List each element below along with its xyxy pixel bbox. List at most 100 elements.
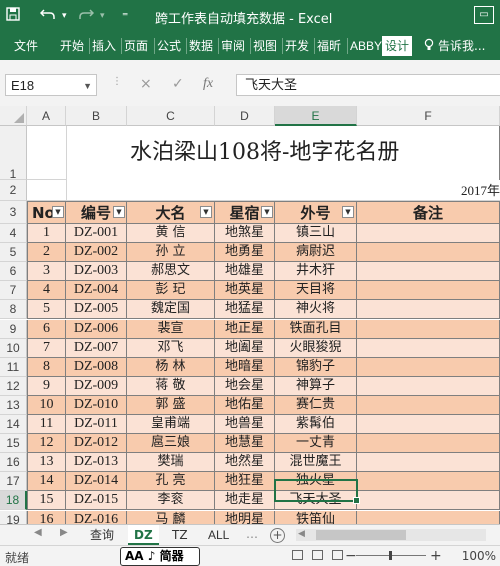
table-cell-name[interactable]: 扈三娘 (127, 434, 215, 454)
table-cell-name[interactable]: 李衮 (127, 491, 215, 511)
select-all-corner[interactable] (0, 106, 27, 126)
table-cell-no[interactable]: 1 (27, 224, 66, 244)
table-cell-remarks[interactable] (357, 281, 500, 301)
table-cell-no[interactable]: 4 (27, 281, 66, 301)
column-header-b[interactable]: B (66, 106, 127, 126)
table-cell-star[interactable]: 地会星 (215, 376, 275, 396)
page-break-view-icon[interactable] (332, 550, 343, 560)
table-cell-remarks[interactable] (357, 491, 500, 511)
ime-indicator[interactable]: AA ♪ 简器 (120, 547, 200, 566)
table-cell-nickname[interactable]: 神火将 (275, 300, 357, 320)
table-cell-star[interactable]: 地兽星 (215, 415, 275, 435)
sheet-tab-all[interactable]: ALL (202, 525, 235, 545)
filter-dropdown-icon[interactable]: ▼ (261, 206, 273, 218)
table-cell-remarks[interactable] (357, 376, 500, 396)
zoom-out-button[interactable]: − (345, 548, 357, 564)
enter-icon[interactable]: ✓ (172, 76, 184, 92)
table-cell-code[interactable]: DZ-012 (66, 434, 127, 454)
table-cell-star[interactable]: 地煞星 (215, 224, 275, 244)
row-header-12[interactable]: 12 (0, 376, 27, 396)
table-cell-no[interactable]: 13 (27, 453, 66, 473)
row-header-9[interactable]: 9 (0, 319, 27, 339)
table-cell-no[interactable]: 14 (27, 472, 66, 492)
table-cell-nickname[interactable]: 赛仁贵 (275, 395, 357, 415)
filter-dropdown-icon[interactable]: ▼ (200, 206, 212, 218)
table-cell-no[interactable]: 16 (27, 510, 66, 524)
table-cell-star[interactable]: 地雄星 (215, 262, 275, 282)
zoom-slider-knob[interactable] (389, 551, 392, 560)
zoom-level[interactable]: 100% (462, 549, 496, 563)
insert-function-icon[interactable]: fx (203, 76, 213, 92)
table-cell-star[interactable]: 地然星 (215, 453, 275, 473)
row-header-5[interactable]: 5 (0, 243, 27, 263)
table-cell-no[interactable]: 11 (27, 415, 66, 435)
column-header-e[interactable]: E (275, 106, 357, 126)
tab-foxit[interactable]: 福昕 (314, 38, 343, 54)
add-sheet-button[interactable]: + (270, 528, 285, 543)
table-cell-star[interactable]: 地明星 (215, 510, 275, 524)
table-cell-no[interactable]: 8 (27, 357, 66, 377)
normal-view-icon[interactable] (292, 550, 303, 560)
table-cell-star[interactable]: 地英星 (215, 281, 275, 301)
table-cell-no[interactable]: 12 (27, 434, 66, 454)
table-cell-code[interactable]: DZ-014 (66, 472, 127, 492)
table-cell-name[interactable]: 彭 玘 (127, 281, 215, 301)
table-cell-star[interactable]: 地佑星 (215, 395, 275, 415)
table-cell-remarks[interactable] (357, 357, 500, 377)
tab-data[interactable]: 数据 (186, 38, 215, 54)
table-cell-name[interactable]: 樊瑞 (127, 453, 215, 473)
column-header-d[interactable]: D (215, 106, 275, 126)
table-cell-no[interactable]: 10 (27, 395, 66, 415)
table-cell-nickname[interactable]: 锦豹子 (275, 357, 357, 377)
table-cell-no[interactable]: 7 (27, 338, 66, 358)
tab-insert[interactable]: 插入 (89, 38, 118, 54)
row-header-7[interactable]: 7 (0, 281, 27, 301)
table-cell-code[interactable]: DZ-004 (66, 281, 127, 301)
table-cell-remarks[interactable] (357, 224, 500, 244)
row-header-17[interactable]: 17 (0, 472, 27, 492)
table-cell-nickname[interactable]: 一丈青 (275, 434, 357, 454)
table-cell-remarks[interactable] (357, 262, 500, 282)
ribbon-display-options-icon[interactable]: ▭ (474, 6, 494, 24)
undo-dropdown-icon[interactable]: ▾ (62, 7, 67, 25)
table-cell-no[interactable]: 3 (27, 262, 66, 282)
table-cell-remarks[interactable] (357, 319, 500, 339)
tab-design[interactable]: 设计 (382, 36, 413, 56)
zoom-in-button[interactable]: + (430, 548, 442, 564)
table-cell-no[interactable]: 5 (27, 300, 66, 320)
table-cell-star[interactable]: 地勇星 (215, 243, 275, 263)
table-cell-code[interactable]: DZ-007 (66, 338, 127, 358)
table-cell-code[interactable]: DZ-009 (66, 376, 127, 396)
table-cell-star[interactable]: 地慧星 (215, 434, 275, 454)
row-header-2[interactable]: 2 (0, 180, 27, 201)
scroll-tabs-right-icon[interactable]: ▶ (60, 527, 68, 538)
table-cell-star[interactable]: 地猛星 (215, 300, 275, 320)
table-cell-name[interactable]: 孔 亮 (127, 472, 215, 492)
row-header-18[interactable]: 18 (0, 491, 27, 511)
sheet-tab-query[interactable]: 查询 (84, 525, 120, 545)
table-cell-name[interactable]: 蒋 敬 (127, 376, 215, 396)
table-cell-remarks[interactable] (357, 472, 500, 492)
table-cell-nickname[interactable]: 神算子 (275, 376, 357, 396)
table-cell-nickname[interactable]: 铁面孔目 (275, 319, 357, 339)
table-cell-code[interactable]: DZ-015 (66, 491, 127, 511)
tab-page-layout[interactable]: 页面 (121, 38, 150, 54)
table-cell-star[interactable]: 地走星 (215, 491, 275, 511)
table-cell-code[interactable]: DZ-016 (66, 510, 127, 524)
table-cell-nickname[interactable]: 紫髯伯 (275, 415, 357, 435)
table-cell-nickname[interactable]: 病尉迟 (275, 243, 357, 263)
table-cell-no[interactable]: 6 (27, 319, 66, 339)
column-header-f[interactable]: F (357, 106, 500, 126)
table-cell-name[interactable]: 杨 林 (127, 357, 215, 377)
table-cell-name[interactable]: 孙 立 (127, 243, 215, 263)
row-header-14[interactable]: 14 (0, 415, 27, 435)
table-cell-remarks[interactable] (357, 453, 500, 473)
table-cell-star[interactable]: 地阖星 (215, 338, 275, 358)
table-cell-no[interactable]: 9 (27, 376, 66, 396)
table-cell-nickname[interactable]: 镇三山 (275, 224, 357, 244)
save-icon[interactable] (6, 7, 20, 26)
sheet-tab-tz[interactable]: TZ (166, 525, 194, 545)
worksheet-grid[interactable]: A B C D E F 1 2 3 4 5 6 7 8 9 10 11 12 13 14 15 16 17… (0, 106, 500, 524)
table-cell-code[interactable]: DZ-010 (66, 395, 127, 415)
table-cell-code[interactable]: DZ-003 (66, 262, 127, 282)
